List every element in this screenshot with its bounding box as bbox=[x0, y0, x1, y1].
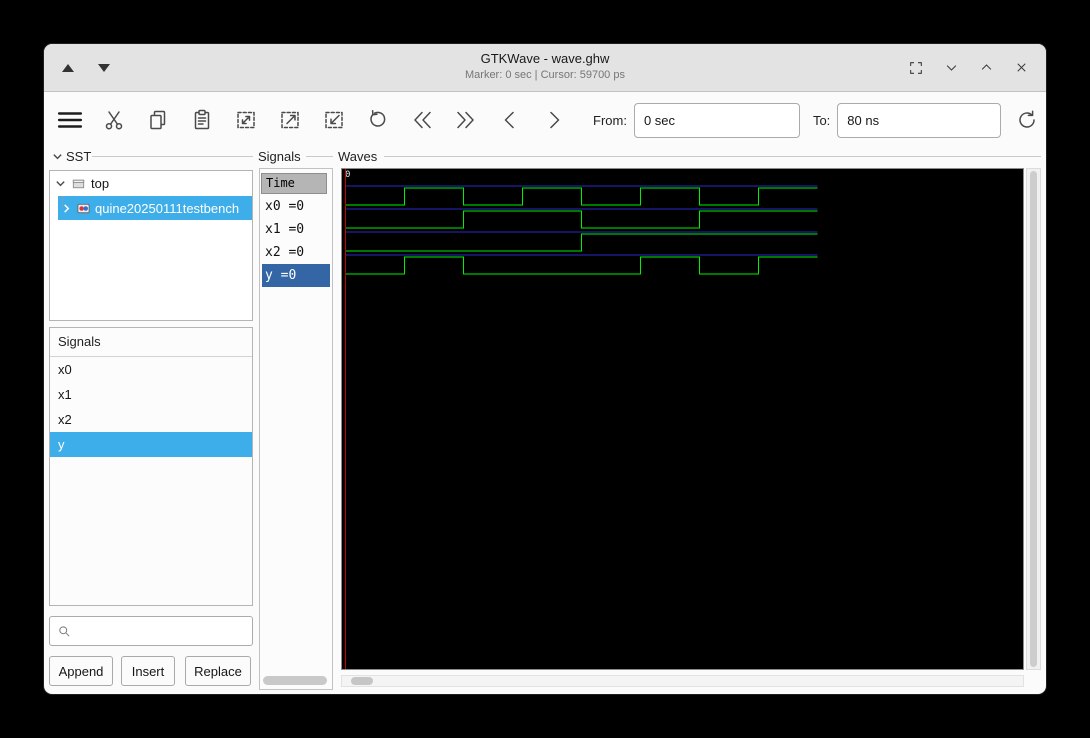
close-icon[interactable] bbox=[1012, 59, 1030, 77]
minimize-icon[interactable] bbox=[942, 59, 960, 77]
time-header[interactable]: Time bbox=[261, 173, 327, 194]
waves-hscrollbar[interactable] bbox=[341, 675, 1024, 687]
to-label: To: bbox=[813, 113, 830, 128]
append-button[interactable]: Append bbox=[49, 656, 113, 686]
waveform-traces bbox=[342, 169, 1023, 669]
signal-row-x1[interactable]: x1 =0 bbox=[262, 218, 330, 241]
signals-column: Time x0 =0 x1 =0 x2 =0 y =0 bbox=[259, 168, 333, 690]
tree-node-label: quine20250111testbench bbox=[95, 201, 239, 216]
search-icon bbox=[57, 624, 72, 639]
step-forward-icon[interactable] bbox=[536, 102, 572, 138]
sst-collapse-icon[interactable] bbox=[52, 151, 63, 162]
reload-icon[interactable] bbox=[1009, 102, 1045, 138]
from-label: From: bbox=[593, 113, 627, 128]
signal-list-item[interactable]: x0 bbox=[50, 357, 252, 382]
waves-vscrollbar[interactable] bbox=[1026, 168, 1041, 670]
tree-connector bbox=[62, 196, 63, 208]
sst-header[interactable]: SST bbox=[52, 149, 91, 164]
step-back-icon[interactable] bbox=[492, 102, 528, 138]
maximize-icon[interactable] bbox=[977, 59, 995, 77]
signals-frame-line bbox=[306, 156, 333, 157]
go-to-start-icon[interactable] bbox=[404, 102, 440, 138]
window-title: GTKWave - wave.ghw bbox=[44, 51, 1046, 66]
component-icon bbox=[76, 201, 91, 216]
sst-frame-line bbox=[92, 156, 253, 157]
desktop: { "window": { "title": "GTKWave - wave.g… bbox=[0, 0, 1090, 738]
titlebar-right-controls bbox=[907, 44, 1030, 91]
signal-list-item[interactable]: x1 bbox=[50, 382, 252, 407]
replace-button[interactable]: Replace bbox=[185, 656, 251, 686]
search-input[interactable] bbox=[72, 616, 252, 646]
tile-window-icon[interactable] bbox=[907, 59, 925, 77]
waves-hscrollbar-thumb[interactable] bbox=[351, 677, 373, 685]
signals-hscrollbar[interactable] bbox=[263, 676, 327, 685]
zoom-in-icon[interactable] bbox=[272, 102, 308, 138]
paste-icon[interactable] bbox=[184, 102, 220, 138]
undo-icon[interactable] bbox=[360, 102, 396, 138]
tree-node-top[interactable]: top bbox=[50, 171, 252, 196]
signal-search[interactable] bbox=[49, 616, 253, 646]
zoom-out-icon[interactable] bbox=[316, 102, 352, 138]
sst-signals-panel: Signals x0 x1 x2 y bbox=[49, 327, 253, 606]
gtkwave-window: GTKWave - wave.ghw Marker: 0 sec | Curso… bbox=[44, 44, 1046, 694]
cut-icon[interactable] bbox=[96, 102, 132, 138]
signal-list-item-selected[interactable]: y bbox=[50, 432, 252, 457]
go-to-end-icon[interactable] bbox=[448, 102, 484, 138]
to-input[interactable] bbox=[837, 103, 1001, 138]
waves-vscrollbar-thumb[interactable] bbox=[1030, 171, 1037, 667]
tree-node-testbench[interactable]: quine20250111testbench bbox=[58, 196, 252, 220]
expander-down-icon[interactable] bbox=[55, 178, 66, 189]
signal-row-x0[interactable]: x0 =0 bbox=[262, 195, 330, 218]
toolbar: From: To: bbox=[44, 92, 1046, 148]
sst-tree: top quine20250111testbench bbox=[49, 170, 253, 321]
sst-signals-label: Signals bbox=[50, 328, 252, 357]
signal-row-y-selected[interactable]: y =0 bbox=[262, 264, 330, 287]
marker-cursor-status: Marker: 0 sec | Cursor: 59700 ps bbox=[44, 69, 1046, 81]
insert-button[interactable]: Insert bbox=[121, 656, 175, 686]
from-input[interactable] bbox=[634, 103, 800, 138]
signal-row-x2[interactable]: x2 =0 bbox=[262, 241, 330, 264]
waves-frame-line bbox=[384, 156, 1041, 157]
copy-icon[interactable] bbox=[140, 102, 176, 138]
zoom-fit-icon[interactable] bbox=[228, 102, 264, 138]
titlebar[interactable]: GTKWave - wave.ghw Marker: 0 sec | Curso… bbox=[44, 44, 1046, 92]
tree-node-label: top bbox=[91, 176, 109, 191]
signal-list-item[interactable]: x2 bbox=[50, 407, 252, 432]
waves-panel-label: Waves bbox=[338, 149, 377, 164]
module-icon bbox=[71, 176, 86, 191]
signals-panel-label: Signals bbox=[258, 149, 301, 164]
menu-icon[interactable] bbox=[52, 102, 88, 138]
wave-canvas[interactable]: 0 bbox=[341, 168, 1024, 670]
